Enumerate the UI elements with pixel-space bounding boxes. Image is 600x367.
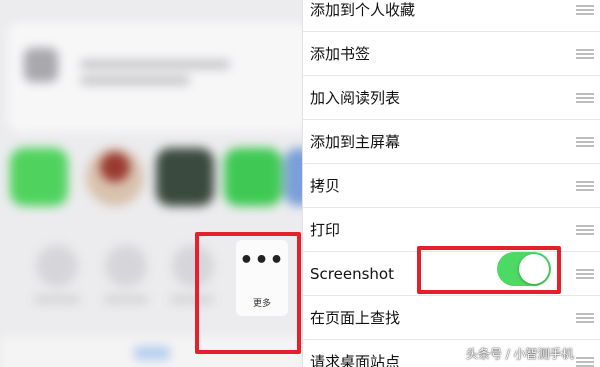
reorder-handle-icon[interactable] xyxy=(576,269,594,279)
reorder-handle-icon[interactable] xyxy=(576,93,594,103)
contact-avatar-icon[interactable] xyxy=(86,148,144,206)
activities-list: 添加到个人收藏 添加书签 加入阅读列表 添加到主屏幕 拷贝 打印 Screens… xyxy=(302,0,600,367)
reorder-handle-icon[interactable] xyxy=(576,181,594,191)
list-item-label: 拷贝 xyxy=(310,177,341,195)
share-preview-text xyxy=(80,60,230,69)
reorder-handle-icon[interactable] xyxy=(576,5,594,15)
action-icon-1[interactable] xyxy=(36,245,78,287)
list-item-label: 打印 xyxy=(310,221,341,239)
list-item-label: 添加到主屏幕 xyxy=(310,133,401,151)
list-item-label: 请求桌面站点 xyxy=(310,353,401,367)
toggle-highlight-box xyxy=(417,246,561,294)
reorder-handle-icon[interactable] xyxy=(576,313,594,323)
list-item-label: 添加书签 xyxy=(310,45,371,63)
watermark-text: 头条号 / 小智测手机 xyxy=(466,347,574,361)
action-label-2 xyxy=(104,296,148,303)
more-highlight-box xyxy=(195,232,301,354)
reorder-handle-icon[interactable] xyxy=(576,49,594,59)
bottom-pill xyxy=(134,346,170,360)
list-item-label: 在页面上查找 xyxy=(310,309,401,327)
list-item-copy[interactable]: 拷贝 xyxy=(303,164,600,208)
list-item-find-on-page[interactable]: 在页面上查找 xyxy=(303,296,600,340)
list-item-add-favorites[interactable]: 添加到个人收藏 xyxy=(303,0,600,32)
list-item-label: 添加到个人收藏 xyxy=(310,1,416,19)
reorder-handle-icon[interactable] xyxy=(576,225,594,235)
list-item-label: Screenshot xyxy=(310,265,394,283)
wechat-app-icon[interactable] xyxy=(224,148,282,206)
action-label-1 xyxy=(34,296,80,303)
share-preview-thumbnail xyxy=(24,48,58,82)
app-icon-dark[interactable] xyxy=(156,148,214,206)
share-preview-subtext xyxy=(80,76,190,85)
list-item-reading-list[interactable]: 加入阅读列表 xyxy=(303,76,600,120)
list-item-add-home-screen[interactable]: 添加到主屏幕 xyxy=(303,120,600,164)
reorder-handle-icon[interactable] xyxy=(576,357,594,367)
messages-app-icon[interactable] xyxy=(10,148,68,206)
app-icon-partial[interactable] xyxy=(284,148,302,206)
list-item-add-bookmark[interactable]: 添加书签 xyxy=(303,32,600,76)
reorder-handle-icon[interactable] xyxy=(576,137,594,147)
list-item-label: 加入阅读列表 xyxy=(310,89,401,107)
search-action-icon[interactable] xyxy=(105,245,147,287)
